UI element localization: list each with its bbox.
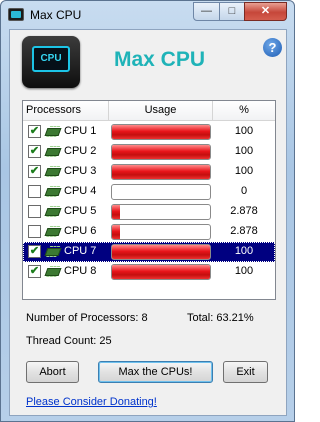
enable-checkbox[interactable]: ✔ [28,165,41,178]
cpu-chip-icon [44,208,62,216]
usage-bar [111,124,211,140]
cpu-chip-icon [44,268,62,276]
logo-text: CPU [32,46,70,72]
cpu-name: CPU 4 [64,185,97,197]
processor-row[interactable]: ✔ CPU 7 100 [23,242,275,262]
enable-checkbox[interactable] [28,205,41,218]
thread-count: Thread Count: 25 [26,335,112,347]
cpu-chip-icon [44,188,62,196]
cpu-percent: 0 [240,185,248,197]
cpu-chip-icon [44,228,62,236]
processor-row[interactable]: CPU 6 2.878 [23,222,275,242]
max-cpus-button[interactable]: Max the CPUs! [98,361,213,383]
cpu-percent: 100 [234,265,254,277]
cpu-name: CPU 8 [64,265,97,277]
cpu-percent: 100 [234,245,254,257]
usage-bar-fill [112,225,120,239]
usage-bar-fill [112,245,210,259]
title-bar[interactable]: Max CPU — □ ✕ [1,1,294,29]
processor-row[interactable]: ✔ CPU 2 100 [23,142,275,162]
processor-row[interactable]: ✔ CPU 1 100 [23,122,275,142]
empty-row [23,282,275,302]
app-icon [8,8,24,21]
enable-checkbox[interactable] [28,185,41,198]
usage-bar-fill [112,165,210,179]
cpu-percent: 100 [234,145,254,157]
list-header: Processors Usage % [23,101,275,121]
processor-count: Number of Processors: 8 [26,312,148,324]
abort-button[interactable]: Abort [26,361,79,383]
usage-bar [111,264,211,280]
usage-bar-fill [112,125,210,139]
enable-checkbox[interactable]: ✔ [28,145,41,158]
enable-checkbox[interactable]: ✔ [28,265,41,278]
processor-row[interactable]: ✔ CPU 3 100 [23,162,275,182]
cpu-chip-icon [44,168,62,176]
cpu-percent: 2.878 [230,225,258,237]
usage-bar-fill [112,145,210,159]
total-usage: Total: 63.21% [187,312,254,324]
column-header-percent[interactable]: % [213,101,275,121]
enable-checkbox[interactable] [28,225,41,238]
donate-link[interactable]: Please Consider Donating! [26,396,157,408]
processor-row[interactable]: ✔ CPU 8 100 [23,262,275,282]
cpu-name: CPU 1 [64,125,97,137]
column-header-processors[interactable]: Processors [23,101,109,121]
usage-bar-fill [112,265,210,279]
app-window: Max CPU — □ ✕ CPU Max CPU ? Processors U… [0,0,295,422]
cpu-name: CPU 5 [64,205,97,217]
usage-bar-fill [112,205,120,219]
help-icon[interactable]: ? [263,38,282,57]
cpu-percent: 100 [234,125,254,137]
cpu-chip-icon [44,148,62,156]
window-title: Max CPU [30,8,82,22]
cpu-name: CPU 7 [64,245,97,257]
processor-row[interactable]: CPU 5 2.878 [23,202,275,222]
exit-button[interactable]: Exit [223,361,268,383]
main-panel: CPU Max CPU ? Processors Usage % ✔ CPU 1 1… [9,29,287,416]
usage-bar [111,164,211,180]
usage-bar [111,224,211,240]
usage-bar [111,144,211,160]
usage-bar [111,204,211,220]
cpu-logo-icon: CPU [22,36,80,88]
close-button[interactable]: ✕ [244,2,287,21]
minimize-button[interactable]: — [193,2,220,21]
usage-bar [111,244,211,260]
processor-row[interactable]: CPU 4 0 [23,182,275,202]
enable-checkbox[interactable]: ✔ [28,125,41,138]
cpu-percent: 100 [234,165,254,177]
cpu-name: CPU 3 [64,165,97,177]
cpu-chip-icon [44,248,62,256]
enable-checkbox[interactable]: ✔ [28,245,41,258]
cpu-chip-icon [44,128,62,136]
cpu-name: CPU 2 [64,145,97,157]
processor-list[interactable]: Processors Usage % ✔ CPU 1 100 ✔ CPU 2 100 ✔ CP… [22,100,276,300]
cpu-percent: 2.878 [230,205,258,217]
maximize-button[interactable]: □ [219,2,245,21]
cpu-name: CPU 6 [64,225,97,237]
usage-bar [111,184,211,200]
app-heading: Max CPU [114,48,206,71]
column-header-usage[interactable]: Usage [109,101,213,121]
